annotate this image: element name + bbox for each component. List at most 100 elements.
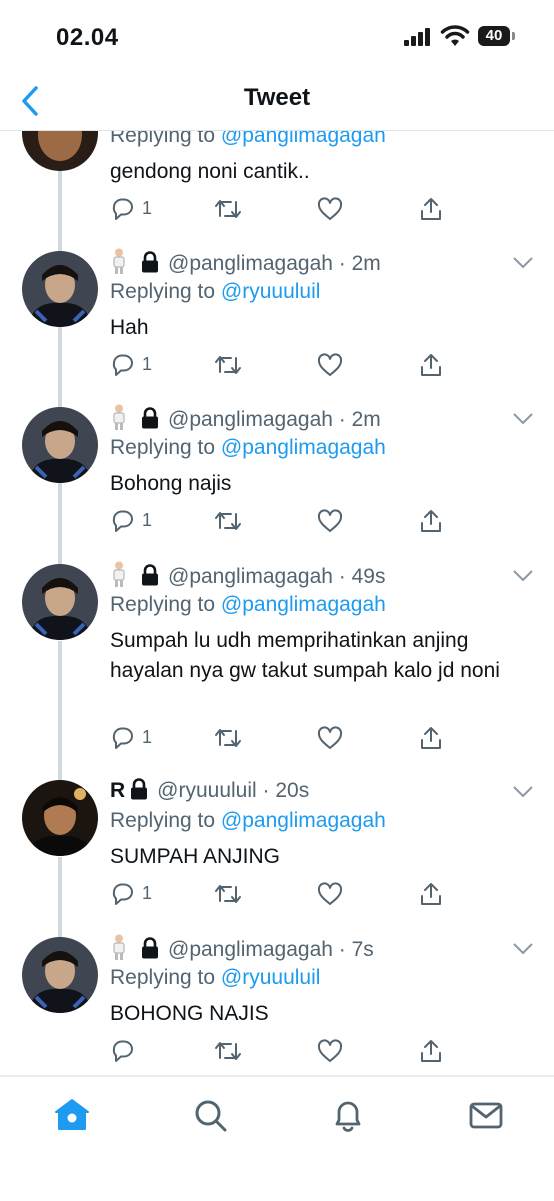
chevron-down-icon[interactable] (512, 942, 534, 956)
avatar[interactable] (22, 407, 98, 483)
heart-icon (317, 1039, 343, 1062)
chevron-down-icon[interactable] (512, 412, 534, 426)
tweet-actions: 1 (110, 879, 530, 909)
reply-icon (112, 1040, 133, 1062)
tweet-text: SUMPAH ANJING (110, 845, 280, 868)
reply-icon (112, 727, 133, 749)
reply-button[interactable]: 1 (110, 350, 160, 380)
chevron-down-icon[interactable] (512, 785, 534, 799)
status-bar: 02.04 40 (0, 0, 554, 72)
tweet-time: · 2m (332, 408, 381, 431)
tweet-time: · 2m (332, 252, 381, 275)
avatar[interactable] (22, 780, 98, 856)
share-icon (421, 510, 441, 532)
like-button[interactable] (316, 879, 346, 909)
replying-to: Replying to @panglimagagah (110, 593, 386, 616)
share-button[interactable] (418, 350, 448, 380)
notifications-icon[interactable] (328, 1095, 368, 1135)
share-button[interactable] (418, 194, 448, 224)
avatar[interactable] (22, 251, 98, 327)
protected-lock-icon (131, 778, 148, 800)
heart-icon (317, 509, 343, 532)
user-name[interactable]: R (110, 779, 125, 802)
user-handle[interactable]: @panglimagagah (168, 252, 333, 275)
like-button[interactable] (316, 1036, 346, 1066)
reply-count: 1 (142, 198, 153, 218)
retweet-icon (215, 356, 241, 374)
tweet-header: @panglimagagah · 7s (110, 934, 374, 962)
replying-to: Replying to @panglimagagah (110, 436, 386, 459)
protected-lock-icon (142, 407, 158, 429)
search-icon[interactable] (190, 1095, 230, 1135)
tweet-actions: 1 (110, 194, 530, 224)
top-navigation: Tweet (0, 72, 554, 131)
thread-line (58, 641, 62, 781)
tweet-time: · 49s (332, 565, 386, 588)
person-emoji-icon (113, 248, 125, 274)
like-button[interactable] (316, 194, 346, 224)
share-button[interactable] (418, 723, 448, 753)
user-handle[interactable]: @ryuuuluil (157, 779, 257, 802)
wifi-icon (440, 25, 470, 46)
tweet-thread: Replying to @panglimagagah gendong noni … (0, 131, 554, 1076)
retweet-button[interactable] (214, 350, 244, 380)
retweet-button[interactable] (214, 506, 244, 536)
heart-icon (317, 353, 343, 376)
share-button[interactable] (418, 1036, 448, 1066)
replying-to: Replying to @panglimagagah (110, 809, 386, 832)
reply-button[interactable] (110, 1036, 160, 1066)
protected-lock-icon (142, 251, 158, 273)
cellular-signal-icon (404, 28, 430, 46)
retweet-button[interactable] (214, 194, 244, 224)
replying-to-handle[interactable]: @panglimagagah (221, 131, 386, 147)
tweet-header: @panglimagagah · 2m (110, 248, 381, 276)
user-handle[interactable]: @panglimagagah (168, 938, 333, 961)
avatar[interactable] (22, 564, 98, 640)
replying-to-handle[interactable]: @ryuuuluil (221, 966, 321, 989)
reply-button[interactable]: 1 (110, 506, 160, 536)
replying-to: Replying to @ryuuuluil (110, 966, 321, 989)
reply-button[interactable]: 1 (110, 879, 160, 909)
retweet-button[interactable] (214, 1036, 244, 1066)
like-button[interactable] (316, 723, 346, 753)
tweet-text: Sumpah lu udh memprihatinkan anjing haya… (110, 629, 500, 682)
replying-to-handle[interactable]: @ryuuuluil (221, 280, 321, 303)
reply-count: 1 (142, 510, 153, 530)
share-icon (421, 727, 441, 749)
reply-count: 1 (142, 727, 153, 747)
retweet-button[interactable] (214, 879, 244, 909)
tweet-time: · 7s (332, 938, 374, 961)
share-button[interactable] (418, 879, 448, 909)
avatar[interactable] (22, 937, 98, 1013)
messages-icon[interactable] (466, 1095, 506, 1135)
tweet-text: Hah (110, 316, 149, 339)
retweet-icon (215, 200, 241, 218)
person-emoji-icon (113, 934, 125, 960)
reply-icon (112, 198, 133, 220)
user-handle[interactable]: @panglimagagah (168, 408, 333, 431)
share-icon (421, 883, 441, 905)
retweet-button[interactable] (214, 723, 244, 753)
chevron-down-icon[interactable] (512, 256, 534, 270)
battery-indicator: 40 (478, 26, 516, 46)
replying-to-handle[interactable]: @panglimagagah (221, 436, 386, 459)
share-button[interactable] (418, 506, 448, 536)
replying-to-handle[interactable]: @panglimagagah (221, 809, 386, 832)
like-button[interactable] (316, 506, 346, 536)
retweet-icon (215, 1042, 241, 1060)
heart-icon (317, 726, 343, 749)
thread-line (58, 327, 62, 409)
tweet-header: @panglimagagah · 49s (110, 561, 385, 589)
reply-button[interactable]: 1 (110, 723, 160, 753)
reply-icon (112, 510, 133, 532)
avatar[interactable] (22, 131, 98, 171)
replying-to-handle[interactable]: @panglimagagah (221, 593, 386, 616)
like-button[interactable] (316, 350, 346, 380)
reply-button[interactable]: 1 (110, 194, 160, 224)
user-handle[interactable]: @panglimagagah (168, 565, 333, 588)
replying-to: Replying to @ryuuuluil (110, 280, 321, 303)
home-icon[interactable] (52, 1095, 92, 1135)
person-emoji-icon (113, 561, 125, 587)
chevron-down-icon[interactable] (512, 569, 534, 583)
reply-icon (112, 354, 133, 376)
